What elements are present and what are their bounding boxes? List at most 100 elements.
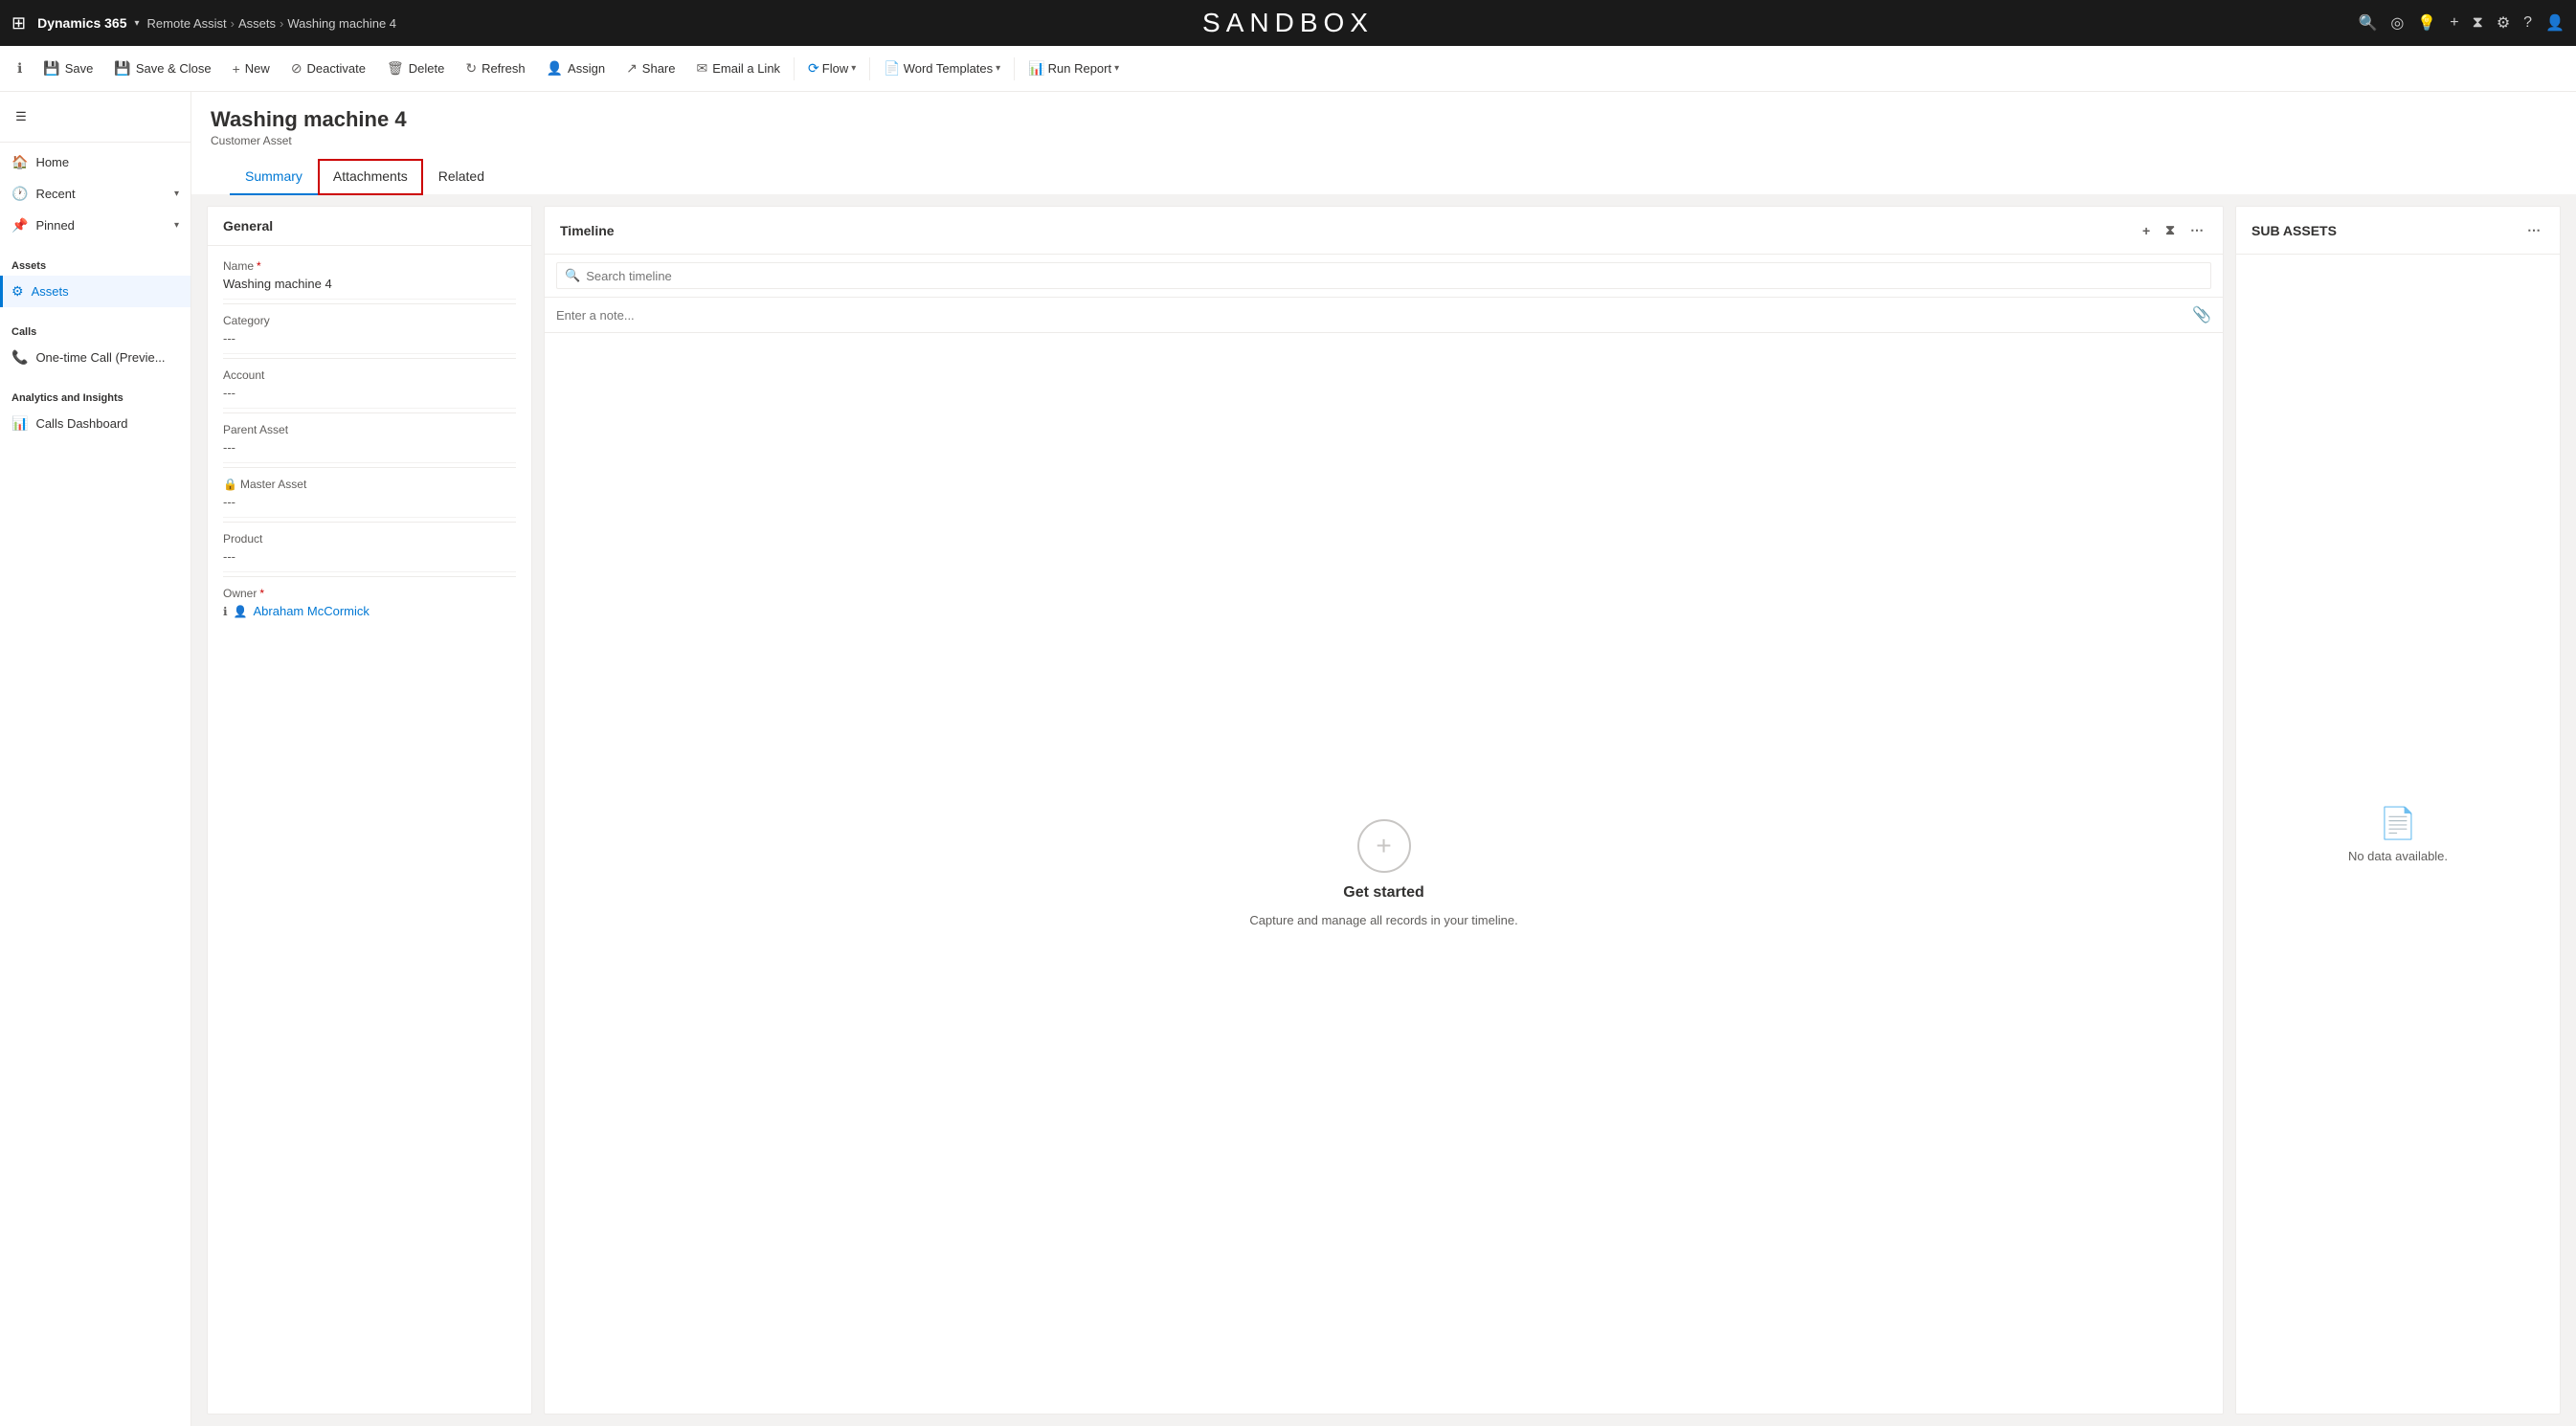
delete-button[interactable]: 🗑 Delete xyxy=(377,55,454,82)
field-product-label: Product xyxy=(223,532,516,546)
timeline-plus-circle: + xyxy=(1357,819,1411,873)
target-icon[interactable]: ◎ xyxy=(2390,13,2404,33)
sidebar-item-recent[interactable]: 🕐 Recent ▾ xyxy=(0,178,190,210)
tab-summary[interactable]: Summary xyxy=(230,159,318,195)
app-title[interactable]: Dynamics 365 xyxy=(37,15,126,31)
tab-attachments[interactable]: Attachments xyxy=(318,159,423,195)
plus-icon[interactable]: + xyxy=(2450,14,2458,32)
note-input-area[interactable]: 📎 xyxy=(545,298,2223,333)
waffle-icon[interactable]: ⊞ xyxy=(11,13,26,33)
owner-user-icon: 👤 xyxy=(234,605,248,618)
general-panel: General Name* Washing machine 4 Category… xyxy=(207,206,532,1415)
share-icon: ↗ xyxy=(626,60,638,77)
assets-icon: ⚙ xyxy=(11,283,24,300)
field-owner: Owner* ℹ 👤 Abraham McCormick xyxy=(223,581,516,626)
run-report-button[interactable]: 📊 Run Report ▾ xyxy=(1019,55,1129,82)
timeline-search-input[interactable] xyxy=(586,269,2203,283)
field-account: Account --- xyxy=(223,363,516,409)
timeline-more-button[interactable]: ⋯ xyxy=(2186,218,2207,242)
general-panel-header: General xyxy=(208,207,531,246)
breadcrumb-module[interactable]: Remote Assist xyxy=(147,16,227,31)
note-input[interactable] xyxy=(556,308,2192,323)
refresh-button[interactable]: ↻ Refresh xyxy=(456,55,534,82)
timeline-panel-header: Timeline + ⧗ ⋯ xyxy=(545,207,2223,255)
field-category-value[interactable]: --- xyxy=(223,329,516,347)
top-navigation: ⊞ Dynamics 365 ▾ Remote Assist › Assets … xyxy=(0,0,2576,46)
tab-related[interactable]: Related xyxy=(423,159,500,195)
sidebar-item-home[interactable]: 🏠 Home xyxy=(0,146,190,178)
sidebar-item-assets[interactable]: ⚙ Assets xyxy=(0,276,190,307)
email-icon: ✉ xyxy=(697,60,708,77)
share-button[interactable]: ↗ Share xyxy=(616,55,684,82)
sub-assets-more-button[interactable]: ⋯ xyxy=(2523,218,2544,242)
sidebar-item-one-time-call-label: One-time Call (Previe... xyxy=(35,350,165,365)
field-owner-value[interactable]: ℹ 👤 Abraham McCormick xyxy=(223,602,516,620)
field-master-asset-value[interactable]: --- xyxy=(223,493,516,511)
app-chevron-icon[interactable]: ▾ xyxy=(135,18,140,29)
sidebar-menu-button[interactable]: ☰ xyxy=(4,100,38,134)
sidebar-item-calls-dashboard[interactable]: 📊 Calls Dashboard xyxy=(0,408,190,439)
owner-info-icon: ℹ xyxy=(223,605,228,618)
deactivate-icon: ⊘ xyxy=(291,60,302,77)
timeline-search-box[interactable]: 🔍 xyxy=(556,262,2211,289)
assign-button[interactable]: 👤 Assign xyxy=(537,55,615,82)
sidebar-assets-header: Assets xyxy=(0,249,190,276)
filter-icon[interactable]: ⧗ xyxy=(2473,14,2483,32)
field-product-value[interactable]: --- xyxy=(223,547,516,566)
sidebar-item-one-time-call[interactable]: 📞 One-time Call (Previe... xyxy=(0,342,190,373)
field-parent-asset-value[interactable]: --- xyxy=(223,438,516,457)
sidebar-calls-header: Calls xyxy=(0,315,190,342)
sub-assets-header-actions: ⋯ xyxy=(2523,218,2544,242)
field-account-value[interactable]: --- xyxy=(223,384,516,402)
word-templates-icon: 📄 xyxy=(884,60,900,77)
lightbulb-icon[interactable]: 💡 xyxy=(2417,13,2436,33)
flow-button[interactable]: ⟳ Flow ▾ xyxy=(798,55,865,82)
timeline-empty-subtitle: Capture and manage all records in your t… xyxy=(1249,913,1517,927)
main-layout: ☰ 🏠 Home 🕐 Recent ▾ 📌 Pinned ▾ Assets ⚙ xyxy=(0,92,2576,1426)
email-button[interactable]: ✉ Email a Link xyxy=(687,55,791,82)
save-button[interactable]: 💾 Save xyxy=(34,55,102,82)
sidebar-nav-section: 🏠 Home 🕐 Recent ▾ 📌 Pinned ▾ xyxy=(0,143,190,245)
user-icon[interactable]: 👤 xyxy=(2545,13,2565,33)
timeline-panel-title: Timeline xyxy=(560,223,615,238)
sidebar-assets-section: Assets ⚙ Assets xyxy=(0,245,190,311)
field-parent-asset: Parent Asset --- xyxy=(223,417,516,463)
sidebar-calls-section: Calls 📞 One-time Call (Previe... xyxy=(0,311,190,377)
help-icon[interactable]: ? xyxy=(2523,14,2532,32)
word-templates-button[interactable]: 📄 Word Templates ▾ xyxy=(874,55,1010,82)
new-button[interactable]: + New xyxy=(223,56,280,82)
search-icon[interactable]: 🔍 xyxy=(2358,13,2377,33)
no-data-text: No data available. xyxy=(2348,849,2448,863)
assign-icon: 👤 xyxy=(547,60,563,77)
home-icon: 🏠 xyxy=(11,154,28,170)
paperclip-icon[interactable]: 📎 xyxy=(2192,305,2211,324)
recent-icon: 🕐 xyxy=(11,186,28,202)
deactivate-button[interactable]: ⊘ Deactivate xyxy=(281,55,375,82)
timeline-add-button[interactable]: + xyxy=(2139,219,2154,242)
field-parent-asset-label: Parent Asset xyxy=(223,423,516,436)
field-name-value[interactable]: Washing machine 4 xyxy=(223,275,516,293)
field-product: Product --- xyxy=(223,526,516,572)
info-button[interactable]: ℹ xyxy=(8,55,32,82)
field-category-label: Category xyxy=(223,314,516,327)
field-master-asset-label: 🔒 Master Asset xyxy=(223,478,516,491)
timeline-search-area: 🔍 xyxy=(545,255,2223,298)
one-time-call-icon: 📞 xyxy=(11,349,28,366)
timeline-empty-state: + Get started Capture and manage all rec… xyxy=(545,333,2223,1414)
breadcrumb-assets[interactable]: Assets xyxy=(238,16,276,31)
content-area: Washing machine 4 Customer Asset Summary… xyxy=(191,92,2576,1426)
separator-3 xyxy=(1014,57,1015,80)
tab-bar: Summary Attachments Related xyxy=(211,159,2557,194)
breadcrumb-record[interactable]: Washing machine 4 xyxy=(287,16,396,31)
timeline-filter-button[interactable]: ⧗ xyxy=(2162,218,2179,242)
sandbox-title: SANDBOX xyxy=(1202,8,1374,38)
timeline-panel: Timeline + ⧗ ⋯ 🔍 📎 xyxy=(544,206,2224,1415)
timeline-header-actions: + ⧗ ⋯ xyxy=(2139,218,2207,242)
toolbar: ℹ 💾 Save 💾 Save & Close + New ⊘ Deactiva… xyxy=(0,46,2576,92)
save-close-button[interactable]: 💾 Save & Close xyxy=(104,55,220,82)
calls-dashboard-icon: 📊 xyxy=(11,415,28,432)
settings-icon[interactable]: ⚙ xyxy=(2497,13,2510,33)
separator-1 xyxy=(794,57,795,80)
record-subtitle: Customer Asset xyxy=(211,134,2557,147)
sidebar-item-pinned[interactable]: 📌 Pinned ▾ xyxy=(0,210,190,241)
